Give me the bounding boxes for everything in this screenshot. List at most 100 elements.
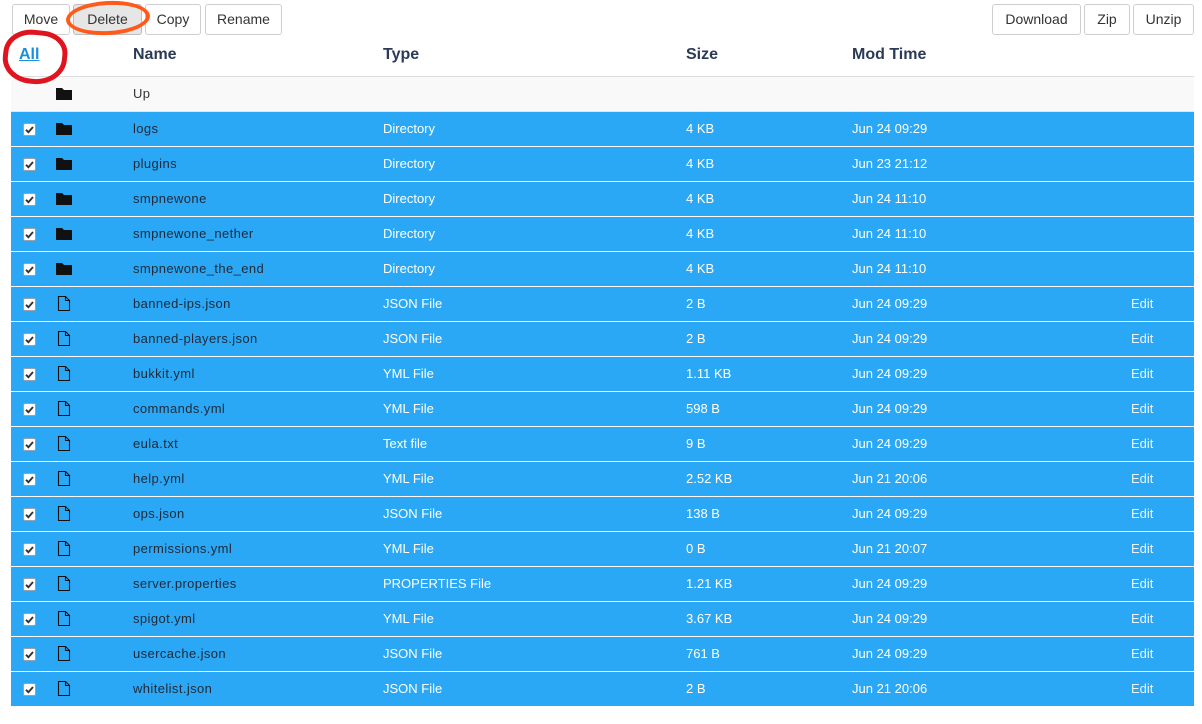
table-row[interactable]: commands.yml YML File 598 B Jun 24 09:29 Edi… <box>11 392 1194 427</box>
file-name[interactable]: server.properties <box>133 576 237 591</box>
edit-link[interactable]: Edit <box>1131 331 1153 346</box>
delete-button[interactable]: Delete <box>73 4 142 35</box>
table-row[interactable]: bukkit.yml YML File 1.11 KB Jun 24 09:29 Edi… <box>11 357 1194 392</box>
row-checkbox[interactable] <box>23 263 36 276</box>
column-header-type[interactable]: Type <box>383 46 419 64</box>
file-name[interactable]: smpnewone <box>133 191 207 206</box>
row-checkbox[interactable] <box>23 228 36 241</box>
column-header-size[interactable]: Size <box>686 46 718 64</box>
table-row[interactable]: permissions.yml YML File 0 B Jun 21 20:07 Ed… <box>11 532 1194 567</box>
row-checkbox[interactable] <box>23 333 36 346</box>
row-checkbox[interactable] <box>23 403 36 416</box>
file-name[interactable]: permissions.yml <box>133 541 232 556</box>
row-checkbox[interactable] <box>23 543 36 556</box>
column-header-mod-time[interactable]: Mod Time <box>852 46 926 64</box>
move-button[interactable]: Move <box>12 4 70 35</box>
file-name[interactable]: banned-ips.json <box>133 296 231 311</box>
file-mod-time: Jun 24 09:29 <box>852 646 928 661</box>
table-row[interactable]: server.properties PROPERTIES File 1.21 KB J… <box>11 567 1194 602</box>
file-icon <box>55 645 73 662</box>
table-row[interactable]: whitelist.json JSON File 2 B Jun 21 20:06 Ed… <box>11 672 1194 707</box>
file-mod-time: Jun 24 09:29 <box>852 576 928 591</box>
edit-link[interactable]: Edit <box>1131 681 1153 696</box>
row-checkbox[interactable] <box>23 438 36 451</box>
table-row[interactable]: banned-players.json JSON File 2 B Jun 24 09… <box>11 322 1194 357</box>
file-name[interactable]: eula.txt <box>133 436 178 451</box>
file-type: JSON File <box>383 646 443 661</box>
file-icon <box>55 680 73 697</box>
row-checkbox[interactable] <box>23 578 36 591</box>
row-checkbox[interactable] <box>23 158 36 171</box>
file-name[interactable]: ops.json <box>133 506 185 521</box>
table-row[interactable]: smpnewone Directory 4 KB Jun 24 11:10 <box>11 182 1194 217</box>
file-size: 9 B <box>686 436 706 451</box>
edit-link[interactable]: Edit <box>1131 646 1153 661</box>
up-link[interactable]: Up <box>133 86 150 101</box>
file-name[interactable]: smpnewone_the_end <box>133 261 264 276</box>
table-row[interactable]: logs Directory 4 KB Jun 24 09:29 <box>11 112 1194 147</box>
file-type: YML File <box>383 471 434 486</box>
download-button[interactable]: Download <box>992 4 1081 35</box>
row-checkbox[interactable] <box>23 473 36 486</box>
table-row[interactable]: smpnewone_the_end Directory 4 KB Jun 24 11:… <box>11 252 1194 287</box>
file-size: 1.21 KB <box>686 576 733 591</box>
edit-link[interactable]: Edit <box>1131 296 1153 311</box>
edit-link[interactable]: Edit <box>1131 506 1153 521</box>
file-name[interactable]: plugins <box>133 156 177 171</box>
file-name[interactable]: commands.yml <box>133 401 225 416</box>
edit-link[interactable]: Edit <box>1131 611 1153 626</box>
column-header-name[interactable]: Name <box>133 46 177 64</box>
table-row[interactable]: ops.json JSON File 138 B Jun 24 09:29 Edit <box>11 497 1194 532</box>
file-name[interactable]: bukkit.yml <box>133 366 195 381</box>
up-row[interactable]: Up <box>11 77 1194 112</box>
file-size: 2.52 KB <box>686 471 733 486</box>
table-row[interactable]: plugins Directory 4 KB Jun 23 21:12 <box>11 147 1194 182</box>
table-row[interactable]: spigot.yml YML File 3.67 KB Jun 24 09:29 Edi… <box>11 602 1194 637</box>
file-name[interactable]: logs <box>133 121 158 136</box>
edit-link[interactable]: Edit <box>1131 541 1153 556</box>
edit-link[interactable]: Edit <box>1131 401 1153 416</box>
row-checkbox[interactable] <box>23 193 36 206</box>
file-mod-time: Jun 24 09:29 <box>852 296 928 311</box>
folder-icon <box>55 190 73 207</box>
file-mod-time: Jun 24 09:29 <box>852 331 928 346</box>
table-row[interactable]: help.yml YML File 2.52 KB Jun 21 20:06 Edit <box>11 462 1194 497</box>
table-row[interactable]: banned-ips.json JSON File 2 B Jun 24 09:29 E… <box>11 287 1194 322</box>
zip-button[interactable]: Zip <box>1084 4 1130 35</box>
row-checkbox[interactable] <box>23 613 36 626</box>
edit-link[interactable]: Edit <box>1131 366 1153 381</box>
file-name[interactable]: smpnewone_nether <box>133 226 254 241</box>
file-type: YML File <box>383 541 434 556</box>
row-checkbox[interactable] <box>23 298 36 311</box>
rename-button[interactable]: Rename <box>205 4 282 35</box>
select-all-link[interactable]: All <box>19 46 39 64</box>
file-icon <box>55 470 73 487</box>
edit-link[interactable]: Edit <box>1131 576 1153 591</box>
file-mod-time: Jun 24 09:29 <box>852 366 928 381</box>
row-checkbox[interactable] <box>23 368 36 381</box>
unzip-button[interactable]: Unzip <box>1133 4 1194 35</box>
table-row[interactable]: smpnewone_nether Directory 4 KB Jun 24 11:1… <box>11 217 1194 252</box>
file-name[interactable]: banned-players.json <box>133 331 258 346</box>
file-name[interactable]: spigot.yml <box>133 611 196 626</box>
file-type: Text file <box>383 436 428 451</box>
edit-link[interactable]: Edit <box>1131 471 1153 486</box>
file-name[interactable]: usercache.json <box>133 646 226 661</box>
file-size: 4 KB <box>686 156 715 171</box>
copy-button[interactable]: Copy <box>145 4 201 35</box>
row-checkbox[interactable] <box>23 508 36 521</box>
row-checkbox[interactable] <box>23 123 36 136</box>
file-icon <box>55 295 73 312</box>
file-name[interactable]: whitelist.json <box>133 681 212 696</box>
edit-link[interactable]: Edit <box>1131 436 1153 451</box>
file-name[interactable]: help.yml <box>133 471 185 486</box>
file-mod-time: Jun 21 20:07 <box>852 541 928 556</box>
row-checkbox[interactable] <box>23 683 36 696</box>
table-row[interactable]: usercache.json JSON File 761 B Jun 24 09:29… <box>11 637 1194 672</box>
table-row[interactable]: eula.txt Text file 9 B Jun 24 09:29 Edit <box>11 427 1194 462</box>
file-type: PROPERTIES File <box>383 576 492 591</box>
row-checkbox[interactable] <box>23 648 36 661</box>
file-type: Directory <box>383 121 436 136</box>
file-size: 4 KB <box>686 226 715 241</box>
file-icon <box>55 540 73 557</box>
